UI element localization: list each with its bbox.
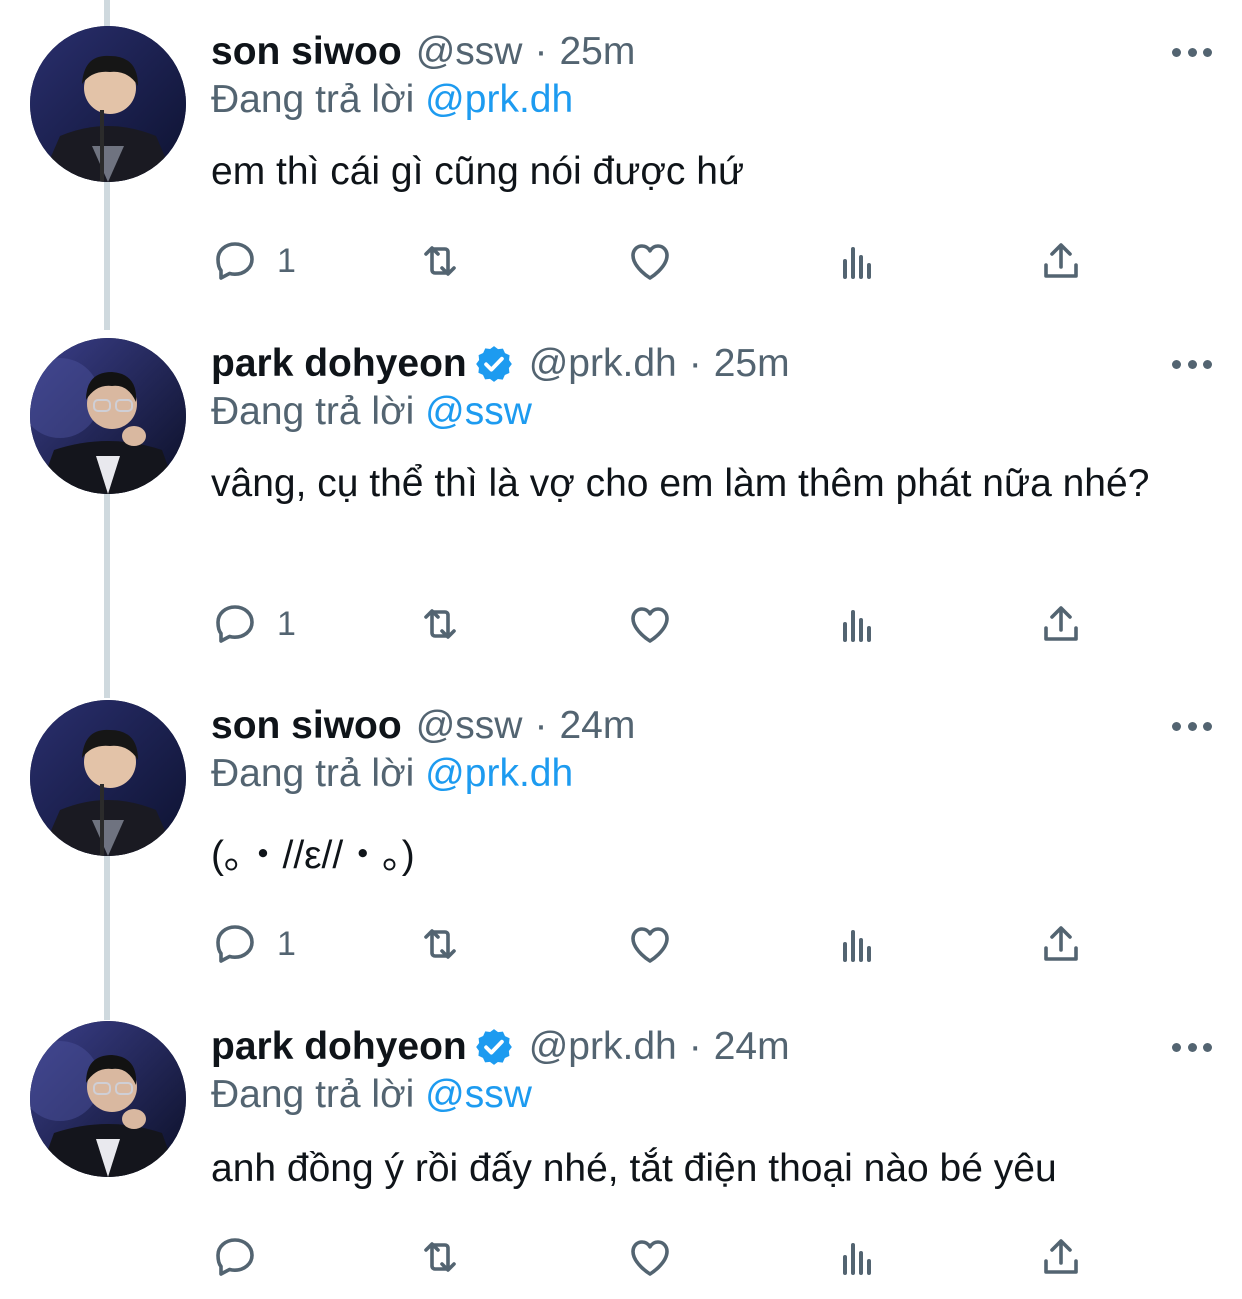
reply-icon [216, 925, 254, 963]
share-icon [1044, 243, 1078, 278]
separator-dot: · [688, 1025, 702, 1068]
share-button[interactable] [1037, 236, 1085, 286]
display-name[interactable]: park dohyeon [211, 342, 467, 386]
like-button[interactable] [626, 1232, 674, 1282]
more-options-icon[interactable] [1172, 42, 1212, 62]
verified-badge-icon [475, 1029, 512, 1065]
verified-badge-icon [475, 346, 512, 382]
avatar[interactable] [30, 700, 186, 856]
more-options-icon[interactable] [1172, 1037, 1212, 1057]
analytics-icon [843, 930, 871, 962]
tweet-text: anh đồng ý rồi đấy nhé, tắt điện thoại n… [211, 1147, 1057, 1190]
tweet-header: park dohyeon @prk.dh · 24m [211, 1021, 790, 1073]
share-icon [1044, 926, 1078, 961]
replying-prefix: Đang trả lời [211, 78, 415, 121]
tweet-header: son siwoo @ssw · 24m [211, 700, 635, 752]
replying-to: Đang trả lời @ssw [211, 1073, 532, 1117]
share-icon [1044, 1239, 1078, 1274]
reply-button[interactable]: 1 [211, 919, 296, 969]
reply-button[interactable]: 1 [211, 236, 296, 286]
tweet-header: park dohyeon @prk.dh · 25m [211, 338, 790, 390]
separator-dot: · [688, 342, 702, 385]
retweet-icon [424, 929, 456, 959]
analytics-button[interactable] [833, 1232, 881, 1282]
retweet-button[interactable] [416, 236, 464, 286]
tweet[interactable]: son siwoo @ssw · 24m Đang trả lời @prk.d… [0, 700, 1242, 990]
timestamp[interactable]: 24m [714, 1025, 790, 1069]
more-options-icon[interactable] [1172, 354, 1212, 374]
retweet-button[interactable] [416, 919, 464, 969]
reply-icon [216, 1238, 254, 1276]
like-button[interactable] [626, 236, 674, 286]
share-icon [1044, 606, 1078, 641]
mention-link[interactable]: @prk.dh [425, 752, 573, 795]
reply-icon [216, 242, 254, 280]
tweet-text: (｡・//ε//・｡) [211, 834, 415, 877]
reply-icon [216, 605, 254, 643]
reply-button[interactable]: 1 [211, 599, 296, 649]
like-icon [631, 1240, 669, 1276]
tweet[interactable]: park dohyeon @prk.dh · 25m Đang trả lời … [0, 338, 1242, 678]
share-button[interactable] [1037, 919, 1085, 969]
tweet-text: em thì cái gì cũng nói được hứ [211, 150, 745, 193]
user-handle[interactable]: @ssw [416, 704, 523, 748]
like-button[interactable] [626, 599, 674, 649]
retweet-button[interactable] [416, 599, 464, 649]
retweet-icon [424, 246, 456, 276]
user-handle[interactable]: @ssw [416, 30, 523, 74]
tweet-header: son siwoo @ssw · 25m [211, 26, 635, 78]
retweet-icon [424, 1242, 456, 1272]
replying-to: Đang trả lời @ssw [211, 390, 532, 434]
replying-prefix: Đang trả lời [211, 752, 415, 795]
retweet-icon [424, 609, 456, 639]
timestamp[interactable]: 25m [559, 30, 635, 74]
action-bar: 1 [211, 599, 1111, 649]
mention-link[interactable]: @prk.dh [425, 78, 573, 121]
avatar[interactable] [30, 26, 186, 182]
like-icon [631, 927, 669, 963]
user-handle[interactable]: @prk.dh [529, 342, 677, 386]
share-button[interactable] [1037, 1232, 1085, 1282]
replying-to: Đang trả lời @prk.dh [211, 78, 573, 122]
analytics-button[interactable] [833, 919, 881, 969]
user-handle[interactable]: @prk.dh [529, 1025, 677, 1069]
reply-count: 1 [277, 604, 296, 643]
avatar[interactable] [30, 338, 186, 494]
tweet[interactable]: son siwoo @ssw · 25m Đang trả lời @prk.d… [0, 26, 1242, 316]
timestamp[interactable]: 24m [559, 704, 635, 748]
analytics-icon [843, 247, 871, 279]
like-button[interactable] [626, 919, 674, 969]
reply-button[interactable] [211, 1232, 277, 1282]
tweet[interactable]: park dohyeon @prk.dh · 24m Đang trả lời … [0, 1021, 1242, 1296]
separator-dot: · [534, 704, 548, 747]
action-bar [211, 1232, 1111, 1282]
action-bar: 1 [211, 236, 1111, 286]
like-icon [631, 607, 669, 643]
timestamp[interactable]: 25m [714, 342, 790, 386]
analytics-icon [843, 610, 871, 642]
more-options-icon[interactable] [1172, 716, 1212, 736]
tweet-text: vâng, cụ thể thì là vợ cho em làm thêm p… [211, 462, 1150, 505]
replying-prefix: Đang trả lời [211, 1073, 415, 1116]
analytics-button[interactable] [833, 236, 881, 286]
mention-link[interactable]: @ssw [425, 1073, 532, 1116]
display-name[interactable]: park dohyeon [211, 1025, 467, 1069]
mention-link[interactable]: @ssw [425, 390, 532, 433]
display-name[interactable]: son siwoo [211, 30, 402, 74]
analytics-icon [843, 1243, 871, 1275]
avatar[interactable] [30, 1021, 186, 1177]
action-bar: 1 [211, 919, 1111, 969]
separator-dot: · [534, 30, 548, 73]
reply-count: 1 [277, 241, 296, 280]
analytics-button[interactable] [833, 599, 881, 649]
replying-prefix: Đang trả lời [211, 390, 415, 433]
retweet-button[interactable] [416, 1232, 464, 1282]
like-icon [631, 244, 669, 280]
display-name[interactable]: son siwoo [211, 704, 402, 748]
share-button[interactable] [1037, 599, 1085, 649]
replying-to: Đang trả lời @prk.dh [211, 752, 573, 796]
reply-count: 1 [277, 924, 296, 963]
